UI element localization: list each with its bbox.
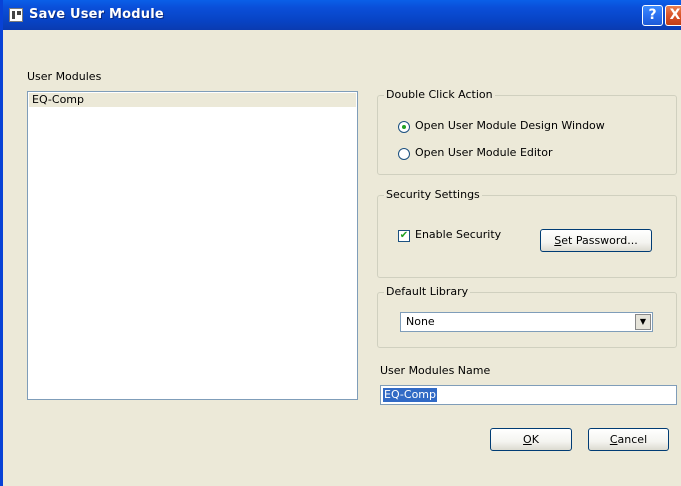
app-icon [9, 8, 23, 22]
list-item[interactable]: EQ-Comp [29, 93, 356, 107]
enable-security-checkbox[interactable]: ✔ [398, 230, 410, 242]
user-modules-list[interactable]: EQ-Comp [27, 91, 358, 400]
radio-open-design-window[interactable] [398, 121, 410, 133]
default-library-value: None [406, 315, 435, 328]
security-settings-group: Security Settings ✔ Enable Security Set … [377, 188, 677, 278]
cancel-button[interactable]: Cancel [588, 428, 669, 451]
save-user-module-dialog: Save User Module ? X User Modules EQ-Com… [0, 0, 681, 486]
close-button[interactable]: X [665, 5, 681, 26]
radio-open-module-editor-label[interactable]: Open User Module Editor [415, 146, 553, 159]
ok-mnemonic: O [523, 433, 532, 446]
title-bar[interactable]: Save User Module ? X [3, 0, 681, 30]
cancel-label: ancel [617, 433, 648, 446]
ok-label: K [531, 433, 539, 446]
user-modules-name-value: EQ-Comp [383, 388, 437, 402]
enable-security-label[interactable]: Enable Security [415, 228, 501, 241]
user-modules-label: User Modules [27, 70, 102, 83]
cancel-mnemonic: C [609, 433, 618, 446]
close-icon: X [669, 7, 681, 23]
radio-open-module-editor[interactable] [398, 148, 410, 160]
radio-open-design-window-label[interactable]: Open User Module Design Window [415, 119, 605, 132]
user-modules-name-input[interactable]: EQ-Comp [380, 385, 677, 405]
chevron-down-icon[interactable]: ▼ [635, 314, 651, 330]
window-title: Save User Module [29, 7, 164, 22]
default-library-select[interactable]: None ▼ [400, 312, 653, 332]
set-password-button[interactable]: Set Password... [540, 229, 652, 252]
set-password-label: et Password... [561, 234, 638, 247]
double-click-action-legend: Double Click Action [384, 88, 495, 102]
security-settings-legend: Security Settings [384, 188, 482, 202]
user-modules-name-label: User Modules Name [380, 364, 491, 377]
ok-button[interactable]: OK [490, 428, 572, 451]
check-icon: ✔ [399, 230, 409, 241]
default-library-legend: Default Library [384, 285, 471, 299]
help-icon: ? [648, 7, 657, 23]
help-button[interactable]: ? [642, 5, 663, 26]
double-click-action-group: Double Click Action Open User Module Des… [377, 88, 677, 175]
